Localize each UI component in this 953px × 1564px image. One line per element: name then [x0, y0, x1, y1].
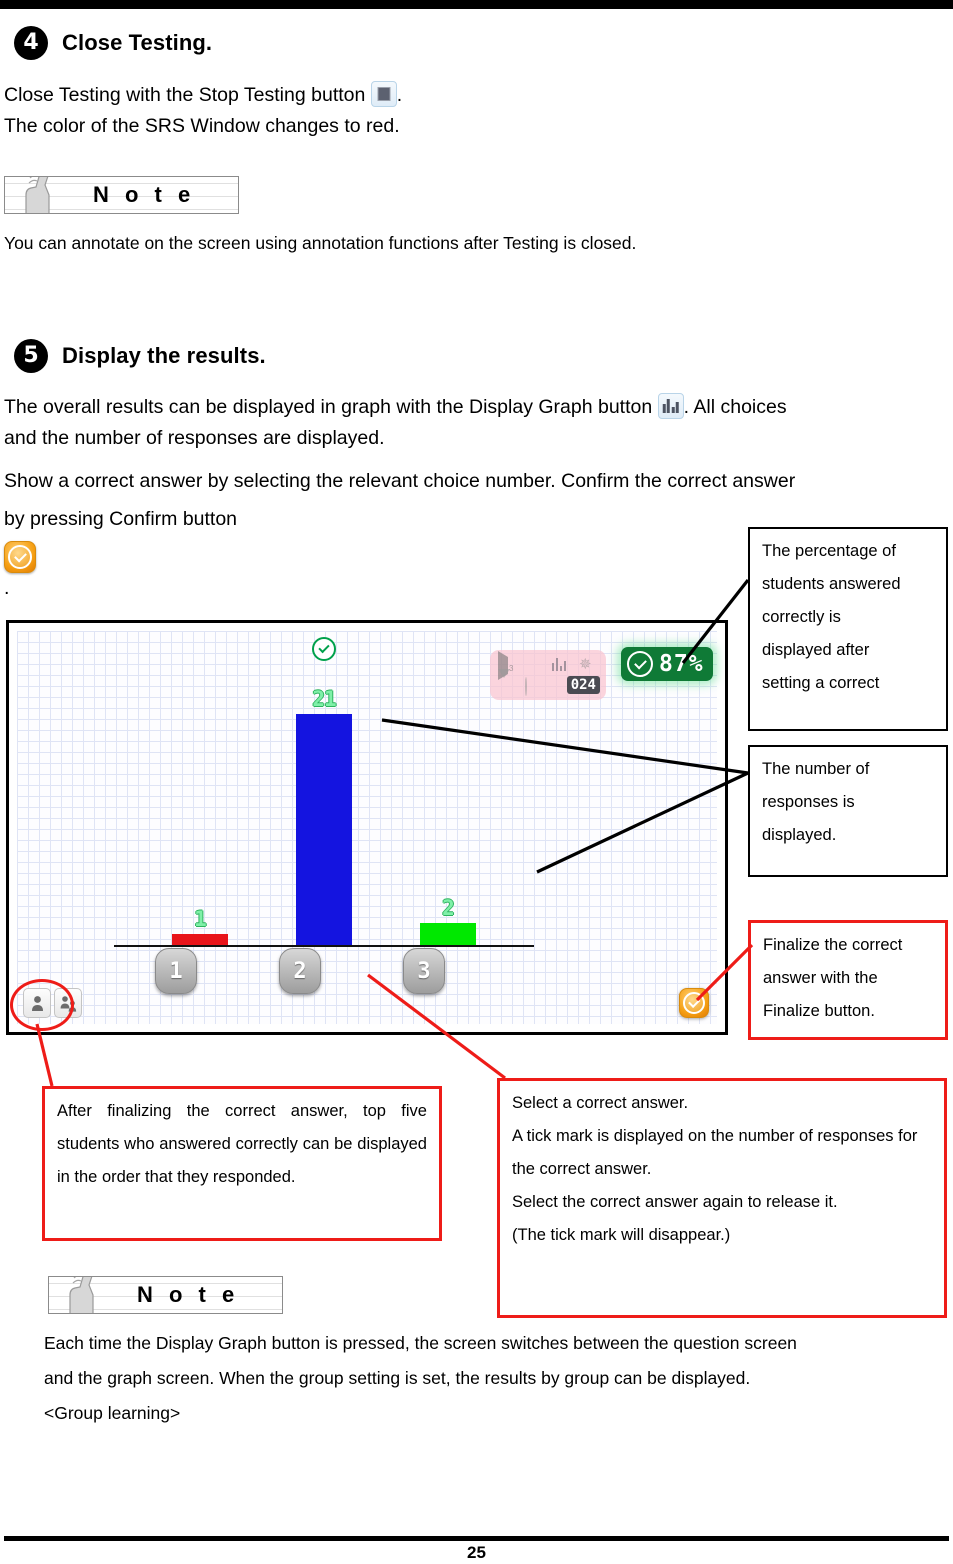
page-bottom-rule — [4, 1536, 949, 1541]
note-2-line-1: Each time the Display Graph button is pr… — [44, 1333, 797, 1353]
responses-callout: The number of responses is displayed. — [748, 745, 948, 877]
step-5-number: 5 — [14, 339, 48, 373]
confirm-ring — [8, 545, 32, 569]
percent-callout-line-4: displayed after — [762, 641, 870, 659]
responses-callout-line-2: responses is — [762, 793, 855, 811]
confirm-button-icon[interactable] — [4, 541, 36, 573]
highlight-ellipse-person-icon — [10, 979, 74, 1031]
responses-callout-line-3: displayed. — [762, 826, 837, 844]
manual-page: 4 Close Testing. Close Testing with the … — [0, 0, 953, 1564]
srs-graph-screenshot: 3 ✵ 024 87% 1 21 2 1 2 3 — [6, 620, 728, 1035]
step-4-line-2: The color of the SRS Window changes to r… — [4, 115, 400, 137]
bar-rect-1 — [172, 934, 228, 945]
stop-square-glyph — [377, 87, 391, 101]
chart-baseline-axis — [114, 945, 534, 947]
step-5-title: Display the results. — [62, 343, 266, 368]
choice-button-2[interactable]: 2 — [279, 948, 321, 994]
page-top-rule — [0, 0, 953, 9]
step-4-title: Close Testing. — [62, 30, 213, 55]
note-label-1: N o t e — [93, 182, 196, 207]
step-4-period: . — [396, 84, 403, 106]
note-header-1: N o t e — [4, 176, 239, 214]
step-5-paragraph-1: The overall results can be displayed in … — [4, 392, 949, 454]
step-5-p2-part-c: . — [4, 577, 10, 599]
percent-callout: The percentage of students answered corr… — [748, 527, 948, 731]
percent-correct-value: 87% — [659, 650, 704, 677]
stop-icon[interactable] — [525, 657, 539, 671]
correct-answer-tick-icon — [312, 637, 336, 661]
bar-rect-3 — [420, 923, 476, 945]
page-number: 25 — [467, 1543, 486, 1562]
top-five-callout-text: After finalizing the correct answer, top… — [57, 1102, 427, 1186]
bar-column-3[interactable]: 2 — [420, 896, 476, 945]
bar-rect-2 — [296, 714, 352, 945]
step-5-p1-part-a: The overall results can be displayed in … — [4, 396, 653, 418]
pointing-hand-icon-2 — [69, 1277, 94, 1313]
bar-column-2[interactable]: 21 — [296, 637, 352, 945]
percent-callout-line-5: setting a correct — [762, 674, 880, 692]
step-5-p2-part-b: by pressing Confirm button — [4, 508, 238, 530]
bar-value-label-1: 1 — [194, 907, 207, 931]
percent-callout-line-2: students answered — [762, 575, 901, 593]
note-2-line-2: and the graph screen. When the group set… — [44, 1368, 751, 1388]
percent-correct-badge: 87% — [621, 647, 713, 681]
bar-column-1[interactable]: 1 — [172, 907, 228, 945]
select-answer-line-2: A tick mark is displayed on the number o… — [512, 1127, 918, 1178]
choice-button-1[interactable]: 1 — [155, 948, 197, 994]
step-4-line-1: Close Testing with the Stop Testing butt… — [4, 84, 366, 106]
note-label-2: N o t e — [137, 1282, 240, 1307]
responses-callout-line-1: The number of — [762, 760, 870, 778]
step-4-number: 4 — [14, 26, 48, 60]
note-2-body: Each time the Display Graph button is pr… — [44, 1326, 949, 1431]
percent-callout-line-3: correctly is — [762, 608, 841, 626]
select-answer-line-4: (The tick mark will disappear.) — [512, 1226, 731, 1244]
response-counter: 024 — [566, 676, 600, 694]
stop-testing-button-icon[interactable] — [370, 81, 397, 107]
step-5-p1-part-b: . All choices — [683, 396, 787, 418]
bar-chart-icon[interactable] — [552, 657, 566, 671]
finalize-ring — [683, 992, 705, 1014]
finalize-callout-line-1: Finalize the correct — [763, 936, 903, 954]
step-5-p1-part-c: and the number of responses are displaye… — [4, 427, 385, 449]
step-4-paragraph: Close Testing with the Stop Testing butt… — [4, 80, 704, 142]
note-header-2: N o t e — [48, 1276, 283, 1314]
toolbar-row-1: 3 ✵ — [498, 651, 593, 680]
finalize-button[interactable] — [679, 988, 709, 1018]
step-4-heading: 4 Close Testing. — [14, 26, 212, 60]
bar-chart-plot-area: 1 21 2 — [114, 637, 534, 945]
display-graph-button-icon[interactable] — [657, 393, 684, 419]
note-2-line-3: <Group learning> — [44, 1403, 181, 1423]
top-five-callout: After finalizing the correct answer, top… — [42, 1086, 442, 1241]
bar-value-label-3: 2 — [442, 896, 455, 920]
step-5-p2-part-a: Show a correct answer by selecting the r… — [4, 470, 796, 492]
select-answer-line-1: Select a correct answer. — [512, 1094, 689, 1112]
finalize-callout-line-3: Finalize button. — [763, 1002, 875, 1020]
sparkle-icon[interactable]: ✵ — [579, 657, 593, 672]
confirm-tick-glyph — [13, 549, 27, 562]
step-5-heading: 5 Display the results. — [14, 339, 266, 373]
bar-chart-glyph — [662, 399, 679, 413]
finalize-callout-line-2: answer with the — [763, 969, 878, 987]
choice-button-3[interactable]: 3 — [403, 948, 445, 994]
percent-callout-line-1: The percentage of — [762, 542, 896, 560]
select-answer-line-3: Select the correct answer again to relea… — [512, 1193, 838, 1211]
note-1-body: You can annotate on the screen using ann… — [4, 233, 637, 253]
pointing-hand-icon — [25, 177, 50, 213]
finalize-callout: Finalize the correct answer with the Fin… — [748, 920, 948, 1040]
select-answer-callout: Select a correct answer. A tick mark is … — [497, 1078, 947, 1318]
badge-check-icon — [627, 651, 653, 677]
bar-value-label-2: 21 — [312, 687, 336, 711]
